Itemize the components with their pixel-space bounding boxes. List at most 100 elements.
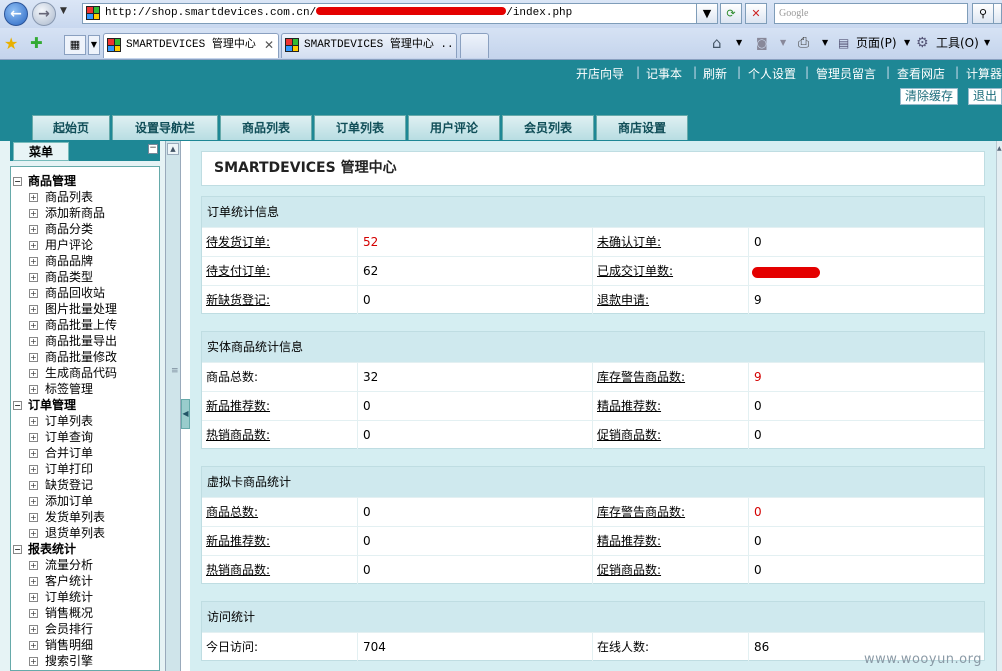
scroll-up-icon[interactable]: ▲ [997, 145, 1002, 152]
logout-button[interactable]: 退出 [968, 88, 1002, 105]
menu-item[interactable]: + 商品批量导出 [29, 332, 117, 349]
stat-label[interactable]: 热销商品数: [206, 421, 270, 449]
stat-label[interactable]: 待发货订单: [206, 228, 270, 256]
close-tab-icon[interactable]: ✕ [264, 38, 274, 52]
header-link-view-shop[interactable]: 查看网店 [897, 65, 945, 82]
menu-item[interactable]: + 生成商品代码 [29, 364, 117, 381]
menu-item[interactable]: + 销售明细 [29, 636, 93, 653]
menu-item[interactable]: + 添加订单 [29, 492, 93, 509]
forward-icon[interactable]: → [32, 2, 56, 26]
page-dropdown-icon[interactable]: ▼ [904, 34, 910, 52]
header-link-refresh[interactable]: 刷新 [703, 65, 727, 82]
header-link-shop-wizard[interactable]: 开店向导 [576, 65, 624, 82]
feeds-icon[interactable]: ◙ [756, 34, 768, 52]
menu-item[interactable]: + 商品列表 [29, 188, 93, 205]
tab-list-icon[interactable]: ▼ [88, 35, 100, 55]
menu-item[interactable]: + 缺货登记 [29, 476, 93, 493]
stat-label[interactable]: 库存警告商品数: [597, 363, 685, 391]
stat-label[interactable]: 新品推荐数: [206, 527, 270, 555]
menu-item[interactable]: + 客户统计 [29, 572, 93, 589]
header-link-notepad[interactable]: 记事本 [646, 65, 682, 82]
menu-item[interactable]: + 商品批量上传 [29, 316, 117, 333]
menu-item[interactable]: + 商品回收站 [29, 284, 105, 301]
menu-item[interactable]: + 商品分类 [29, 220, 93, 237]
nav-tab-user-comments[interactable]: 用户评论 [408, 115, 500, 140]
stat-label[interactable]: 精品推荐数: [597, 392, 661, 420]
stat-label[interactable]: 未确认订单: [597, 228, 661, 256]
menu-item[interactable]: + 商品批量修改 [29, 348, 117, 365]
stat-label[interactable]: 待支付订单: [206, 257, 270, 285]
menu-item[interactable]: + 发货单列表 [29, 508, 105, 525]
menu-item[interactable]: + 商品品牌 [29, 252, 93, 269]
address-dropdown-icon[interactable]: ▼ [696, 3, 718, 24]
menu-item[interactable]: + 订单查询 [29, 428, 93, 445]
header-link-personal-settings[interactable]: 个人设置 [748, 65, 796, 82]
print-dropdown-icon[interactable]: ▼ [822, 34, 828, 52]
header-link-calculator[interactable]: 计算器 [966, 65, 1002, 82]
menu-item[interactable]: + 订单列表 [29, 412, 93, 429]
menu-item[interactable]: + 流量分析 [29, 556, 93, 573]
stat-label[interactable]: 精品推荐数: [597, 527, 661, 555]
collapse-group-icon[interactable]: − [13, 401, 22, 410]
menu-item[interactable]: + 图片批量处理 [29, 300, 117, 317]
tools-menu[interactable]: 工具(O) [936, 34, 979, 52]
menu-item[interactable]: + 商品类型 [29, 268, 93, 285]
stop-icon[interactable]: ✕ [745, 3, 767, 24]
nav-tab-member-list[interactable]: 会员列表 [502, 115, 594, 140]
stat-label[interactable]: 新品推荐数: [206, 392, 270, 420]
quick-tabs-icon[interactable]: ▦ [64, 35, 86, 55]
clear-cache-button[interactable]: 清除缓存 [900, 88, 959, 105]
feeds-dropdown-icon[interactable]: ▼ [780, 34, 786, 52]
scroll-up-icon[interactable]: ▲ [167, 143, 179, 155]
stat-label[interactable]: 已成交订单数: [597, 257, 673, 285]
back-icon[interactable]: ← [4, 2, 28, 26]
home-icon[interactable]: ⌂ [712, 34, 722, 52]
menu-item[interactable]: + 订单打印 [29, 460, 93, 477]
stat-label[interactable]: 新缺货登记: [206, 286, 270, 314]
browser-tab-1[interactable]: SMARTDEVICES 管理中心 [103, 33, 279, 58]
menu-item[interactable]: + 搜索引擎 [29, 652, 93, 669]
search-options-icon[interactable] [993, 3, 1002, 24]
menu-item[interactable]: + 添加新商品 [29, 204, 105, 221]
menu-item[interactable]: + 订单统计 [29, 588, 93, 605]
collapse-menu-arrow-icon[interactable]: ◀ [181, 399, 190, 429]
menu-group[interactable]: − 报表统计 [13, 540, 76, 557]
menu-collapse-icon[interactable]: − [148, 144, 158, 154]
favorites-star-icon[interactable]: ★ [4, 34, 18, 53]
stat-label[interactable]: 库存警告商品数: [597, 498, 685, 526]
menu-item[interactable]: + 合并订单 [29, 444, 93, 461]
collapse-group-icon[interactable]: − [13, 177, 22, 186]
splitter-grip-icon[interactable]: ≡ [171, 366, 179, 376]
page-menu[interactable]: 页面(P) [856, 34, 897, 52]
refresh-icon[interactable]: ⟳ [720, 3, 742, 24]
header-link-admin-messages[interactable]: 管理员留言 [816, 65, 876, 82]
nav-tab-nav-settings[interactable]: 设置导航栏 [112, 115, 218, 140]
print-icon[interactable]: ⎙ [798, 34, 809, 52]
stat-label[interactable]: 热销商品数: [206, 556, 270, 584]
add-favorite-icon[interactable]: ✚ [30, 34, 43, 52]
history-dropdown-icon[interactable]: ▼ [60, 6, 67, 16]
search-input[interactable]: Google [774, 3, 968, 24]
menu-item[interactable]: + 用户评论 [29, 236, 93, 253]
menu-group[interactable]: − 订单管理 [13, 396, 76, 413]
nav-tab-start[interactable]: 起始页 [32, 115, 110, 140]
stat-label[interactable]: 退款申请: [597, 286, 649, 314]
menu-group[interactable]: − 商品管理 [13, 172, 76, 189]
home-dropdown-icon[interactable]: ▼ [736, 34, 742, 52]
stat-label[interactable]: 促销商品数: [597, 556, 661, 584]
menu-item[interactable]: + 销售概况 [29, 604, 93, 621]
menu-item[interactable]: + 会员排行 [29, 620, 93, 637]
menu-item[interactable]: + 退货单列表 [29, 524, 105, 541]
search-icon[interactable]: ⚲ [972, 3, 994, 24]
collapse-group-icon[interactable]: − [13, 545, 22, 554]
stat-label[interactable]: 商品总数: [206, 498, 258, 526]
nav-tab-product-list[interactable]: 商品列表 [220, 115, 312, 140]
content-scrollbar[interactable] [996, 141, 1002, 671]
nav-tab-shop-settings[interactable]: 商店设置 [596, 115, 688, 140]
nav-tab-order-list[interactable]: 订单列表 [314, 115, 406, 140]
new-tab-button[interactable] [460, 33, 489, 58]
menu-item[interactable]: + 标签管理 [29, 380, 93, 397]
menu-splitter[interactable] [165, 141, 181, 671]
tools-dropdown-icon[interactable]: ▼ [984, 34, 990, 52]
stat-label[interactable]: 促销商品数: [597, 421, 661, 449]
